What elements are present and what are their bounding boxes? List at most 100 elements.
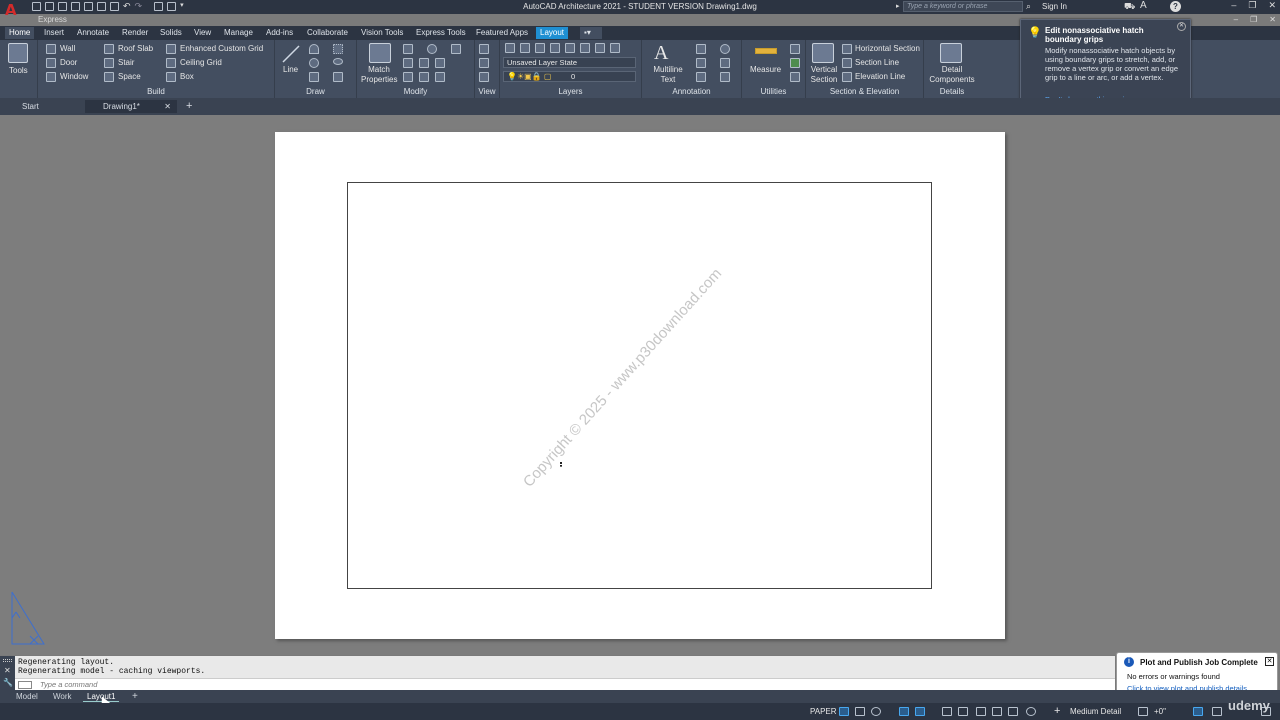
panel-view-label[interactable]: View xyxy=(475,86,499,98)
layer-state-dropdown[interactable]: Unsaved Layer State xyxy=(503,57,636,68)
command-line-grip[interactable]: ✕ 🔧 xyxy=(0,656,15,690)
tab-annotate[interactable]: Annotate xyxy=(73,27,113,39)
qat-dropdown-icon[interactable]: ▾ xyxy=(180,1,184,13)
tab-vision-tools[interactable]: Vision Tools xyxy=(357,27,407,39)
close-icon[interactable]: ✕ xyxy=(1268,0,1276,11)
ribbon-options-icon[interactable]: ▪▾ xyxy=(580,27,602,39)
ceiling-grid-icon[interactable] xyxy=(166,58,176,68)
command-prompt-icon[interactable] xyxy=(18,681,32,689)
polyline-icon[interactable] xyxy=(309,44,319,54)
panel-layers-label[interactable]: Layers xyxy=(500,86,641,98)
line-icon[interactable] xyxy=(281,44,301,64)
cart-icon[interactable]: ⛟ xyxy=(1124,1,1135,13)
tab-layout[interactable]: Layout xyxy=(536,27,569,39)
transparency-icon[interactable] xyxy=(958,707,968,716)
measure-icon[interactable] xyxy=(755,48,777,54)
table-icon[interactable] xyxy=(720,72,730,82)
doc-tab-start[interactable]: Start xyxy=(4,100,84,113)
layer-isolate-icon[interactable] xyxy=(520,43,530,53)
keynote-icon[interactable] xyxy=(696,72,706,82)
space-toggle[interactable]: PAPER xyxy=(810,705,837,718)
doc-restore-icon[interactable]: ❐ xyxy=(1250,15,1257,24)
revision-cloud-icon[interactable] xyxy=(720,44,730,54)
stair-button[interactable]: Stair xyxy=(118,58,134,68)
save-icon[interactable] xyxy=(58,2,67,11)
crosshair-icon[interactable]: + xyxy=(1054,705,1060,718)
layer-freeze-icon[interactable] xyxy=(565,43,575,53)
doc-minimize-icon[interactable]: – xyxy=(1234,15,1238,24)
help-icon[interactable]: ? xyxy=(1170,1,1181,12)
ceiling-grid-button[interactable]: Ceiling Grid xyxy=(180,58,222,68)
leader-icon[interactable] xyxy=(696,58,706,68)
box-icon[interactable] xyxy=(166,72,176,82)
tooltip-close-icon[interactable]: ✕ xyxy=(1177,22,1186,31)
share-icon[interactable] xyxy=(154,2,164,11)
panel-draw-label[interactable]: Draw xyxy=(275,86,356,98)
publish-icon[interactable] xyxy=(167,2,177,11)
rectangle-icon[interactable] xyxy=(309,72,319,82)
elevation-line-icon[interactable] xyxy=(842,72,852,82)
add-layout-icon[interactable]: + xyxy=(128,691,142,702)
selection-cycling-icon[interactable] xyxy=(976,707,986,716)
search-icon[interactable]: ⌕ xyxy=(1026,1,1031,12)
multiline-text-button[interactable]: Multiline Text xyxy=(650,65,686,85)
annotation-visibility-icon[interactable] xyxy=(992,707,1002,716)
restore-icon[interactable]: ❐ xyxy=(1248,0,1256,11)
tab-render[interactable]: Render xyxy=(118,27,152,39)
tab-featured-apps[interactable]: Featured Apps xyxy=(472,27,532,39)
roof-slab-icon[interactable] xyxy=(104,44,114,54)
wall-icon[interactable] xyxy=(46,44,56,54)
quick-calc-icon[interactable] xyxy=(790,58,800,68)
move-icon[interactable] xyxy=(403,44,413,54)
grip-dots-icon[interactable] xyxy=(3,659,12,662)
elevation-line-button[interactable]: Elevation Line xyxy=(855,72,905,82)
layer-match-icon[interactable] xyxy=(595,43,605,53)
doc-tab-close-icon[interactable]: ✕ xyxy=(164,100,171,113)
panel-details-label[interactable]: Details xyxy=(924,86,980,98)
sign-in-button[interactable]: Sign In xyxy=(1042,1,1067,13)
match-properties-icon[interactable] xyxy=(369,43,391,63)
undo-icon[interactable]: ↶ xyxy=(123,1,131,13)
layout-tab-work[interactable]: Work xyxy=(49,691,76,702)
detail-components-button[interactable]: Detail Components xyxy=(926,65,978,85)
layer-properties-icon[interactable] xyxy=(505,43,515,53)
dimension-icon[interactable] xyxy=(696,44,706,54)
panel-annotation-label[interactable]: Annotation xyxy=(642,86,741,98)
multiline-text-icon[interactable]: A xyxy=(654,42,668,65)
stair-icon[interactable] xyxy=(104,58,114,68)
layout-tab-model[interactable]: Model xyxy=(12,691,42,702)
customize-icon[interactable]: 🔧 xyxy=(3,678,13,687)
minimize-icon[interactable]: – xyxy=(1231,0,1236,11)
tab-solids[interactable]: Solids xyxy=(156,27,186,39)
workspace-switch-icon[interactable] xyxy=(1026,707,1036,716)
tab-view[interactable]: View xyxy=(190,27,215,39)
polar-tracking-icon[interactable] xyxy=(871,707,881,716)
detail-level-dropdown[interactable]: Medium Detail xyxy=(1070,705,1121,718)
mirror-icon[interactable] xyxy=(419,72,429,82)
copy-icon[interactable] xyxy=(419,58,429,68)
save-web-icon[interactable] xyxy=(97,2,106,11)
display-config-icon[interactable] xyxy=(1138,707,1148,716)
view-manager-icon[interactable] xyxy=(479,58,489,68)
array-icon[interactable] xyxy=(435,72,445,82)
vertical-section-icon[interactable] xyxy=(812,43,834,63)
circle-icon[interactable] xyxy=(309,58,319,68)
grid-display-icon[interactable] xyxy=(839,707,849,716)
hardware-accel-icon[interactable] xyxy=(1193,707,1203,716)
object-snap-icon[interactable] xyxy=(915,707,925,716)
layer-unisolate-icon[interactable] xyxy=(535,43,545,53)
layer-lock-icon[interactable] xyxy=(580,43,590,53)
vertical-section-button[interactable]: Vertical Section xyxy=(808,65,840,85)
panel-modify-label[interactable]: Modify xyxy=(357,86,474,98)
lineweight-icon[interactable] xyxy=(942,707,952,716)
enhanced-custom-grid-button[interactable]: Enhanced Custom Grid xyxy=(180,44,263,54)
tools-palette-icon[interactable] xyxy=(8,43,28,63)
horizontal-section-icon[interactable] xyxy=(842,44,852,54)
window-icon[interactable] xyxy=(46,72,56,82)
elevation-value[interactable]: +0" xyxy=(1154,705,1166,718)
roof-slab-button[interactable]: Roof Slab xyxy=(118,44,153,54)
window-button[interactable]: Window xyxy=(60,72,88,82)
panel-section-elevation-label[interactable]: Section & Elevation xyxy=(806,86,923,98)
wall-button[interactable]: Wall xyxy=(60,44,75,54)
measure-button[interactable]: Measure xyxy=(750,65,781,75)
